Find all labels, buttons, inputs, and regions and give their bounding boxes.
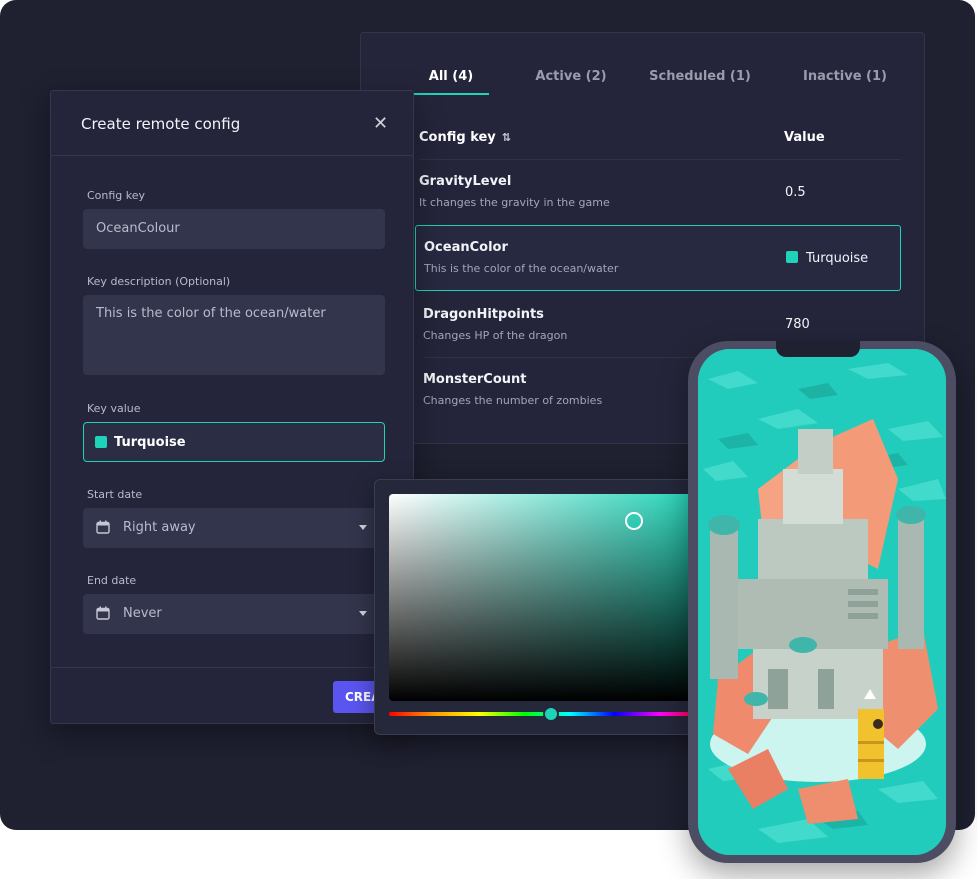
caret-down-icon <box>359 525 367 530</box>
tab-active-indicator <box>413 93 489 95</box>
phone-notch <box>776 341 860 357</box>
start-date-value: Right away <box>123 520 196 535</box>
divider <box>51 155 413 156</box>
table-row[interactable]: GravityLevel It changes the gravity in t… <box>419 159 901 225</box>
game-screenshot <box>698 349 946 855</box>
row-key: MonsterCount <box>423 372 527 387</box>
color-swatch <box>786 251 798 263</box>
start-date-label: Start date <box>87 488 143 501</box>
create-config-modal: Create remote config ✕ Config key OceanC… <box>50 90 415 724</box>
key-value-text: Turquoise <box>114 435 186 450</box>
row-description: It changes the gravity in the game <box>419 196 610 209</box>
calendar-icon <box>96 606 110 620</box>
game-art-image <box>698 349 946 855</box>
key-value-color-input[interactable]: Turquoise <box>83 422 385 462</box>
row-value: 780 <box>785 317 810 332</box>
config-key-label: Config key <box>87 189 146 202</box>
col-header-config-key[interactable]: Config key ⇅ <box>419 130 511 145</box>
tab-active[interactable]: Active (2) <box>523 67 619 95</box>
row-value: 0.5 <box>785 185 806 200</box>
row-value: Turquoise <box>786 251 868 266</box>
color-picker-handle[interactable] <box>625 512 643 530</box>
start-date-select[interactable]: Right away <box>83 508 385 548</box>
tab-inactive[interactable]: Inactive (1) <box>793 67 897 95</box>
close-icon[interactable]: ✕ <box>373 113 388 134</box>
row-value-text: Turquoise <box>806 251 869 266</box>
sort-icon[interactable]: ⇅ <box>502 131 511 144</box>
modal-title: Create remote config <box>81 115 241 133</box>
end-date-select[interactable]: Never <box>83 594 385 634</box>
color-swatch <box>95 436 107 448</box>
row-description: This is the color of the ocean/water <box>424 262 619 275</box>
phone-mockup <box>688 341 956 863</box>
config-key-input[interactable]: OceanColour <box>83 209 385 249</box>
row-description: Changes the number of zombies <box>423 394 603 407</box>
end-date-label: End date <box>87 574 137 587</box>
tab-all[interactable]: All (4) <box>413 67 489 95</box>
description-value: This is the color of the ocean/water <box>96 306 326 321</box>
tab-scheduled[interactable]: Scheduled (1) <box>645 67 755 95</box>
saturation-brightness-area[interactable] <box>389 494 703 701</box>
col-header-value: Value <box>784 130 825 145</box>
row-key: GravityLevel <box>419 174 512 189</box>
caret-down-icon <box>359 611 367 616</box>
status-tabs: All (4) Active (2) Scheduled (1) Inactiv… <box>413 67 893 97</box>
row-description: Changes HP of the dragon <box>423 329 568 342</box>
config-key-value: OceanColour <box>96 221 180 236</box>
description-textarea[interactable]: This is the color of the ocean/water <box>83 295 385 375</box>
hue-slider-handle[interactable] <box>543 706 559 722</box>
col-header-config-key-label: Config key <box>419 130 496 145</box>
divider <box>51 667 413 668</box>
key-value-label: Key value <box>87 402 141 415</box>
row-key: OceanColor <box>424 240 508 255</box>
description-label: Key description (Optional) <box>87 275 231 288</box>
table-row-selected[interactable]: OceanColor This is the color of the ocea… <box>415 225 901 291</box>
end-date-value: Never <box>123 606 162 621</box>
calendar-icon <box>96 520 110 534</box>
color-picker <box>374 479 704 735</box>
row-key: DragonHitpoints <box>423 307 544 322</box>
